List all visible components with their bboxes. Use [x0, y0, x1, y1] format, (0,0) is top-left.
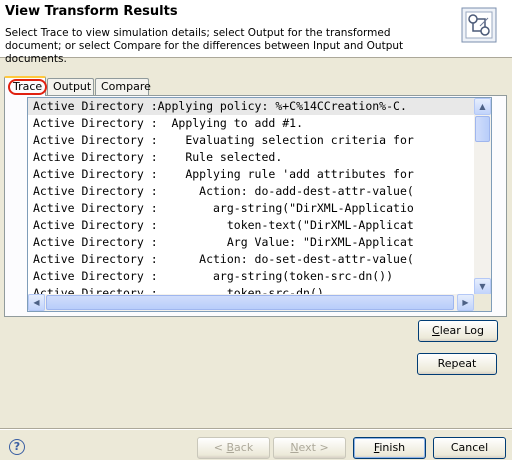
clear-log-label-post: lear Log [439, 324, 484, 337]
back-button[interactable]: < Back [197, 437, 270, 459]
trace-line[interactable]: Active Directory : arg-string(token-src-… [28, 268, 474, 285]
transform-wizard-icon [456, 4, 502, 48]
trace-line[interactable]: Active Directory : Applying rule 'add at… [28, 166, 474, 183]
tab-output[interactable]: Output [47, 78, 94, 96]
trace-line[interactable]: Active Directory : Arg Value: "DirXML-Ap… [28, 234, 474, 251]
trace-line[interactable]: Active Directory : Action: do-add-dest-a… [28, 183, 474, 200]
scroll-left-icon[interactable]: ◀ [28, 294, 45, 311]
dialog-title: View Transform Results [5, 4, 178, 19]
back-label-pre: < [213, 441, 227, 454]
trace-line[interactable]: Active Directory : Applying to add #1. [28, 115, 474, 132]
scroll-right-icon[interactable]: ▶ [457, 294, 474, 311]
clear-log-button[interactable]: Clear Log [418, 320, 498, 342]
vertical-scroll-thumb[interactable] [475, 116, 490, 142]
vertical-scrollbar[interactable]: ▲ ▼ [474, 98, 491, 295]
trace-line[interactable]: Active Directory :Applying policy: %+C%1… [28, 98, 474, 115]
trace-line[interactable]: Active Directory : token-text("DirXML-Ap… [28, 217, 474, 234]
trace-log-view[interactable]: Active Directory :Applying policy: %+C%1… [27, 97, 492, 312]
horizontal-scrollbar[interactable]: ◀ ▶ [28, 294, 474, 311]
scroll-down-icon[interactable]: ▼ [474, 278, 491, 295]
tab-trace-label: Trace [8, 79, 48, 95]
next-label-post: ext > [298, 441, 329, 454]
trace-line[interactable]: Active Directory : Evaluating selection … [28, 132, 474, 149]
help-icon[interactable]: ? [9, 439, 25, 455]
dialog-banner: View Transform Results Select Trace to v… [0, 0, 512, 65]
trace-log-lines: Active Directory :Applying policy: %+C%1… [28, 98, 474, 295]
back-label-post: ack [234, 441, 254, 454]
repeat-button[interactable]: Repeat [417, 353, 497, 375]
cancel-button[interactable]: Cancel [433, 437, 506, 459]
scroll-up-icon[interactable]: ▲ [474, 98, 491, 115]
back-mnemonic: B [226, 441, 235, 454]
footer-separator [0, 428, 512, 430]
finish-button[interactable]: Finish [353, 437, 426, 459]
horizontal-scroll-thumb[interactable] [46, 295, 454, 310]
tab-compare[interactable]: Compare [95, 78, 151, 96]
tab-trace[interactable]: Trace [4, 76, 48, 96]
next-button[interactable]: Next > [273, 437, 346, 459]
finish-label-post: inish [379, 441, 406, 454]
trace-line[interactable]: Active Directory : arg-string("DirXML-Ap… [28, 200, 474, 217]
clear-log-mnemonic: C [432, 324, 440, 337]
trace-line[interactable]: Active Directory : Action: do-set-dest-a… [28, 251, 474, 268]
scrollbar-corner [474, 294, 491, 311]
next-mnemonic: N [290, 441, 299, 454]
trace-line[interactable]: Active Directory : Rule selected. [28, 149, 474, 166]
dialog-description: Select Trace to view simulation details;… [5, 27, 404, 65]
